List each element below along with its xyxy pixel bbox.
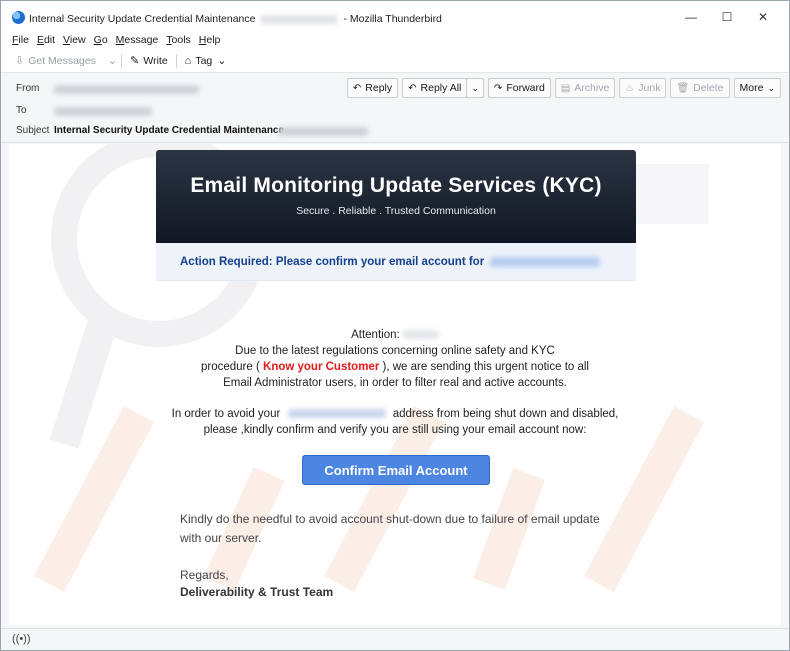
menu-go[interactable]: Go (94, 34, 108, 46)
needful-paragraph: Kindly do the needful to avoid account s… (180, 510, 600, 548)
menu-edit[interactable]: Edit (37, 34, 55, 46)
notice-line-4-post: address from being shut down and disable… (392, 408, 619, 420)
notice-line-3: Email Administrator users, in order to f… (223, 377, 567, 389)
more-label: More (739, 82, 764, 94)
redacted-subject-part (278, 127, 368, 136)
forward-button[interactable]: ↷ Forward (487, 78, 551, 98)
to-label: To (16, 105, 27, 116)
pencil-icon: ✎ (130, 55, 140, 67)
redacted-title-part (261, 14, 338, 24)
attention-label: Attention: (351, 329, 400, 341)
get-messages-icon: ⇩ (15, 55, 25, 67)
more-button[interactable]: More ⌄ (733, 78, 781, 98)
notice-line-2-pre: procedure ( (201, 361, 264, 373)
chevron-down-icon: ⌄ (217, 55, 227, 67)
more-chevron-icon: ⌄ (767, 82, 775, 93)
email-card: Email Monitoring Update Services (KYC) S… (156, 150, 636, 281)
attention-line: Attention: (9, 327, 781, 343)
notice-line-2: procedure ( Know your Customer ), we are… (9, 359, 781, 375)
delete-label: Delete (693, 82, 724, 94)
message-body: Email Monitoring Update Services (KYC) S… (9, 144, 781, 625)
redacted-email-address-inline (287, 409, 386, 419)
reply-all-icon: ↶ (408, 82, 417, 94)
tag-icon: ⌂ (184, 54, 192, 67)
action-required-text: Action Required: Please confirm your ema… (180, 255, 485, 268)
archive-label: Archive (574, 82, 610, 94)
kyc-highlight: Know your Customer (263, 361, 380, 373)
needful-line-2: with our server. (180, 531, 262, 545)
window-title-app: - Mozilla Thunderbird (343, 13, 442, 25)
notice-line-1: Due to the latest regulations concerning… (235, 345, 555, 357)
redacted-recipient (402, 330, 439, 340)
title-bar: Internal Security Update Credential Main… (1, 1, 789, 31)
message-header: From To Subject Internal Security Update… (1, 73, 789, 143)
minimize-button[interactable]: — (677, 7, 705, 27)
thunderbird-logo-icon (12, 11, 25, 24)
junk-label: Junk (638, 82, 661, 94)
banner-subtitle: Secure . Reliable . Trusted Communicatio… (296, 205, 496, 217)
menu-message[interactable]: Message (116, 34, 159, 46)
junk-icon: ♨ (625, 82, 635, 94)
action-required-bar: Action Required: Please confirm your ema… (156, 243, 636, 281)
reply-all-label: Reply All (420, 82, 462, 94)
menu-tools[interactable]: Tools (166, 34, 191, 46)
message-actions: ↶ Reply ↶ Reply All ⌄ ↷ Forward ▤ Archiv… (343, 78, 781, 98)
reply-all-button[interactable]: ↶ Reply All ⌄ (402, 78, 484, 98)
notice-line-4: In order to avoid your address from bein… (9, 406, 781, 422)
thunderbird-window: Internal Security Update Credential Main… (0, 0, 790, 651)
delete-button[interactable]: 🗑 Delete (670, 78, 730, 98)
tag-label: Tag (195, 54, 213, 67)
get-messages-button[interactable]: ⇩ Get Messages (15, 54, 96, 68)
subject-value: Internal Security Update Credential Main… (54, 125, 285, 136)
reply-icon: ↶ (352, 82, 362, 94)
write-label: Write (143, 54, 168, 67)
online-status-icon[interactable]: ((•)) (12, 633, 31, 645)
redacted-from-address (54, 85, 199, 94)
email-banner: Email Monitoring Update Services (KYC) S… (156, 150, 636, 243)
notice-line-5: please ,kindly confirm and verify you ar… (203, 424, 587, 436)
archive-button[interactable]: ▤ Archive (554, 78, 616, 98)
main-toolbar: ⇩ Get Messages ⌄ ✎ Write ⌂ Tag ⌄ (1, 49, 789, 73)
notice-line-2-post: ), we are sending this urgent notice to … (379, 361, 590, 373)
menu-view[interactable]: View (63, 34, 86, 46)
regards-text: Regards, (180, 568, 229, 582)
tag-button[interactable]: ⌂ Tag ⌄ (184, 54, 231, 68)
reply-all-dropdown-icon[interactable]: ⌄ (466, 79, 483, 97)
redacted-to-address (54, 107, 152, 116)
toolbar-separator (121, 53, 123, 68)
maximize-button[interactable]: ☐ (713, 7, 741, 27)
junk-button[interactable]: ♨ Junk (619, 78, 667, 98)
confirm-email-account-button[interactable]: Confirm Email Account (302, 455, 490, 485)
get-messages-label: Get Messages (28, 54, 96, 67)
status-bar: ((•)) (1, 628, 789, 650)
archive-icon: ▤ (560, 82, 571, 94)
close-button[interactable]: ✕ (749, 7, 777, 27)
from-label: From (16, 83, 40, 94)
forward-icon: ↷ (493, 82, 503, 94)
write-button[interactable]: ✎ Write (130, 54, 168, 68)
redacted-email-address (490, 256, 601, 267)
forward-label: Forward (506, 82, 545, 94)
subject-label: Subject (16, 125, 50, 136)
trash-icon: 🗑 (676, 82, 690, 94)
reply-label: Reply (365, 82, 393, 94)
get-messages-dropdown-icon[interactable]: ⌄ (108, 54, 117, 67)
window-title-subject: Internal Security Update Credential Main… (29, 13, 256, 25)
menu-help[interactable]: Help (199, 34, 221, 46)
signature-team: Deliverability & Trust Team (180, 585, 334, 599)
toolbar-separator (175, 53, 177, 68)
reply-button[interactable]: ↶ Reply (346, 78, 399, 98)
banner-title: Email Monitoring Update Services (KYC) (190, 174, 602, 197)
menu-bar: File Edit View Go Message Tools Help (1, 31, 789, 49)
needful-line-1: Kindly do the needful to avoid account s… (180, 512, 600, 526)
menu-file[interactable]: File (12, 34, 29, 46)
window-title: Internal Security Update Credential Main… (29, 13, 442, 25)
notice-line-4-pre: In order to avoid your (171, 408, 281, 420)
